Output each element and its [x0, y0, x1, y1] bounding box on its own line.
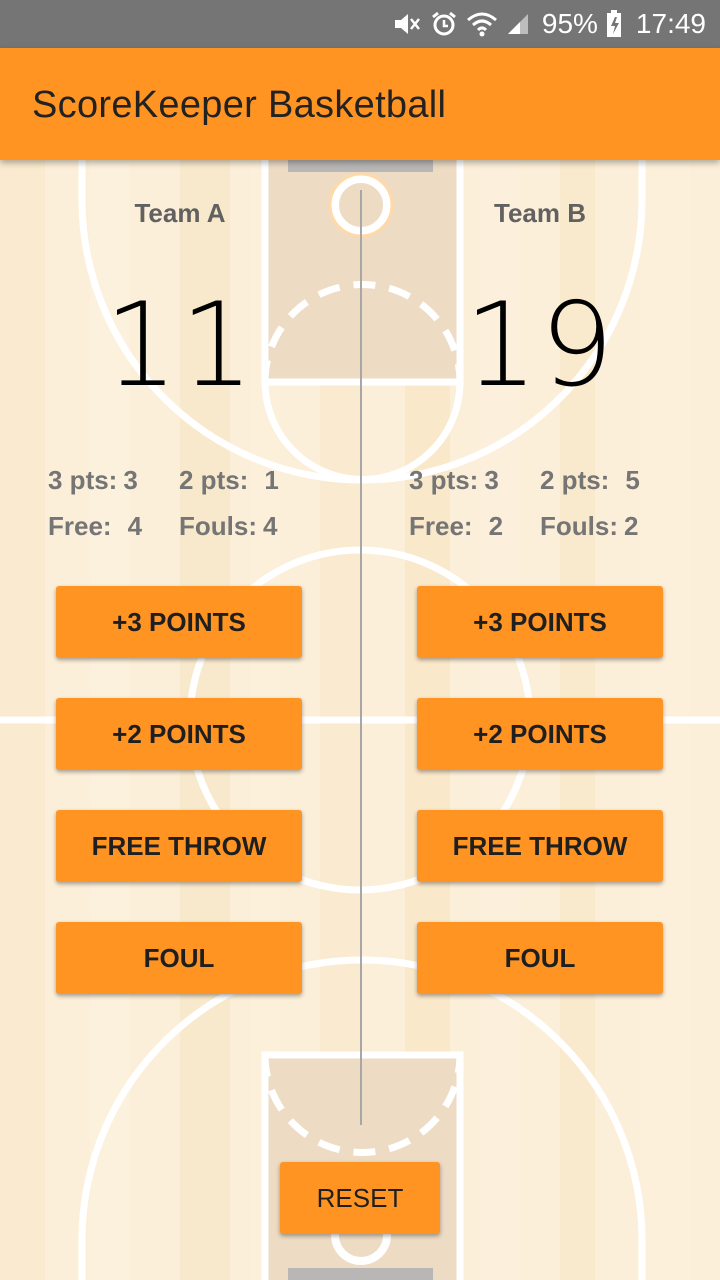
team-b-three-pts-stat: 3 pts: 3 [409, 465, 499, 496]
wifi-icon [466, 10, 498, 38]
team-a-plus-two-button[interactable]: +2 POINTS [56, 698, 302, 770]
two-pts-label: 2 pts: [540, 465, 610, 495]
alarm-icon [430, 10, 458, 38]
status-time: 17:49 [635, 8, 706, 39]
status-icons: 95% 17:49 [392, 8, 706, 40]
free-label: Free: [48, 511, 112, 541]
app-title: ScoreKeeper Basketball [32, 84, 447, 126]
fouls-label: Fouls: [179, 511, 257, 541]
fouls-value: 2 [624, 511, 639, 541]
two-pts-value: 1 [264, 465, 279, 495]
signal-icon [506, 10, 530, 38]
team-a-free-throw-button[interactable]: FREE THROW [56, 810, 302, 882]
team-b-plus-three-button[interactable]: +3 POINTS [417, 586, 663, 658]
free-label: Free: [409, 511, 473, 541]
team-b-panel: Team B 19 3 pts: 3 2 pts: 5 Free: 2 Fouls: 2… [360, 160, 720, 1160]
two-pts-value: 5 [625, 465, 640, 495]
team-b-free-stat: Free: 2 [409, 511, 503, 542]
team-b-fouls-stat: Fouls: 2 [540, 511, 638, 542]
team-a-score: 11 [104, 278, 256, 413]
team-b-score: 19 [464, 278, 616, 413]
app-bar: ScoreKeeper Basketball [0, 48, 720, 160]
free-value: 2 [488, 511, 504, 541]
team-b-free-throw-button[interactable]: FREE THROW [417, 810, 663, 882]
free-value: 4 [127, 511, 143, 541]
team-a-two-pts-stat: 2 pts: 1 [179, 465, 279, 496]
battery-charging-icon [606, 10, 622, 38]
three-pts-label: 3 pts: [48, 465, 118, 495]
mute-icon [392, 10, 422, 38]
team-a-foul-button[interactable]: FOUL [56, 922, 302, 994]
team-a-name: Team A [134, 198, 226, 228]
fouls-label: Fouls: [540, 511, 618, 541]
team-b-foul-button[interactable]: FOUL [417, 922, 663, 994]
team-a-panel: Team A 11 3 pts: 3 2 pts: 1 Free: 4 Fouls: 4… [0, 160, 360, 1160]
team-a-three-pts-stat: 3 pts: 3 [48, 465, 138, 496]
team-a-plus-three-button[interactable]: +3 POINTS [56, 586, 302, 658]
status-bar: 95% 17:49 [0, 0, 720, 48]
three-pts-value: 3 [484, 465, 499, 495]
three-pts-value: 3 [123, 465, 138, 495]
team-b-two-pts-stat: 2 pts: 5 [540, 465, 640, 496]
team-a-fouls-stat: Fouls: 4 [179, 511, 277, 542]
three-pts-label: 3 pts: [409, 465, 479, 495]
two-pts-label: 2 pts: [179, 465, 249, 495]
team-b-plus-two-button[interactable]: +2 POINTS [417, 698, 663, 770]
battery-percent: 95% [541, 8, 598, 39]
team-a-free-stat: Free: 4 [48, 511, 142, 542]
fouls-value: 4 [263, 511, 278, 541]
reset-button[interactable]: RESET [280, 1162, 440, 1234]
team-b-name: Team B [494, 198, 586, 228]
